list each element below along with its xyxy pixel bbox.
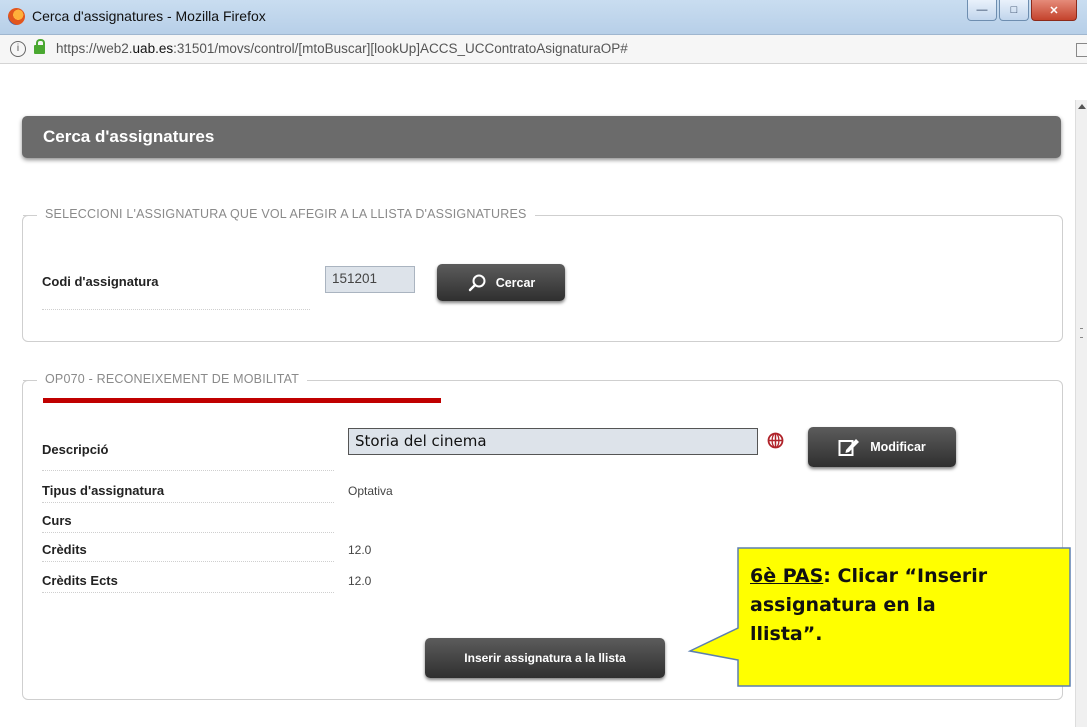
edit-icon <box>838 439 860 456</box>
minimize-icon: — <box>976 4 988 16</box>
divider <box>42 561 334 562</box>
credits-value: 12.0 <box>348 543 372 557</box>
divider <box>42 470 334 471</box>
window-titlebar: Cerca d'assignatures - Mozilla Firefox —… <box>0 0 1087 35</box>
code-label: Codi d'assignatura <box>42 274 159 289</box>
firefox-icon <box>8 8 25 25</box>
divider <box>42 592 334 593</box>
modify-button-label: Modificar <box>870 440 926 454</box>
page-title: Cerca d'assignatures <box>43 127 215 146</box>
globe-icon[interactable] <box>767 432 784 449</box>
url-text[interactable]: https://web2.uab.es:31501/movs/control/[… <box>56 41 628 56</box>
callout-line2: assignatura en la <box>750 594 936 616</box>
url-domain: uab.es <box>132 41 174 56</box>
url-suffix: :31501/movs/control/[mtoBuscar][lookUp]A… <box>173 41 628 56</box>
address-bar[interactable]: i https://web2.uab.es:31501/movs/control… <box>0 35 1087 64</box>
divider <box>42 309 310 310</box>
modify-button[interactable]: Modificar <box>808 427 956 467</box>
subject-code-input[interactable]: 151201 <box>325 266 415 293</box>
lock-icon[interactable] <box>34 39 45 54</box>
type-label: Tipus d'assignatura <box>42 483 165 498</box>
vertical-scrollbar[interactable] <box>1075 100 1087 727</box>
search-button[interactable]: Cercar <box>437 264 565 301</box>
insert-subject-button-label: Inserir assignatura a la llista <box>464 651 626 665</box>
window-title: Cerca d'assignatures - Mozilla Firefox <box>32 8 266 24</box>
url-prefix: https://web2. <box>56 41 133 56</box>
maximize-button[interactable]: □ <box>999 0 1029 21</box>
maximize-icon: □ <box>1010 4 1018 16</box>
callout-line3: llista”. <box>750 623 823 645</box>
insert-subject-button[interactable]: Inserir assignatura a la llista <box>425 638 665 678</box>
description-field[interactable]: Storia del cinema <box>348 428 758 455</box>
subject-section-legend: OP070 - RECONEIXEMENT DE MOBILITAT <box>22 372 308 386</box>
close-button[interactable]: ✕ <box>1031 0 1077 21</box>
info-icon[interactable]: i <box>10 41 26 57</box>
search-section-legend: SELECCIONI L'ASSIGNATURA QUE VOL AFEGIR … <box>23 207 535 221</box>
search-section: SELECCIONI L'ASSIGNATURA QUE VOL AFEGIR … <box>22 207 1063 342</box>
divider <box>42 532 334 533</box>
scroll-grip-icon[interactable] <box>1080 328 1083 338</box>
search-button-label: Cercar <box>495 275 536 290</box>
scroll-up-icon[interactable] <box>1078 104 1086 109</box>
reader-view-icon[interactable] <box>1076 43 1087 57</box>
callout-line1: : Clicar “Inserir <box>823 565 988 587</box>
ects-value: 12.0 <box>348 574 372 588</box>
course-label: Curs <box>42 513 72 528</box>
divider <box>42 502 334 503</box>
highlight-underline <box>43 398 441 403</box>
close-icon: ✕ <box>1049 4 1059 17</box>
minimize-button[interactable]: — <box>967 0 997 21</box>
ects-label: Crèdits Ects <box>42 573 118 588</box>
type-value: Optativa <box>348 484 393 498</box>
description-label: Descripció <box>42 442 109 457</box>
search-icon <box>468 274 486 291</box>
page-header: Cerca d'assignatures <box>22 116 1061 158</box>
window-controls: — □ ✕ <box>965 0 1077 21</box>
credits-label: Crèdits <box>42 542 87 557</box>
subject-section: OP070 - RECONEIXEMENT DE MOBILITAT Descr… <box>22 372 1063 700</box>
callout-text: 6è PAS: Clicar “Inserir assignatura en l… <box>750 562 1058 649</box>
callout-step: 6è PAS <box>750 565 824 587</box>
